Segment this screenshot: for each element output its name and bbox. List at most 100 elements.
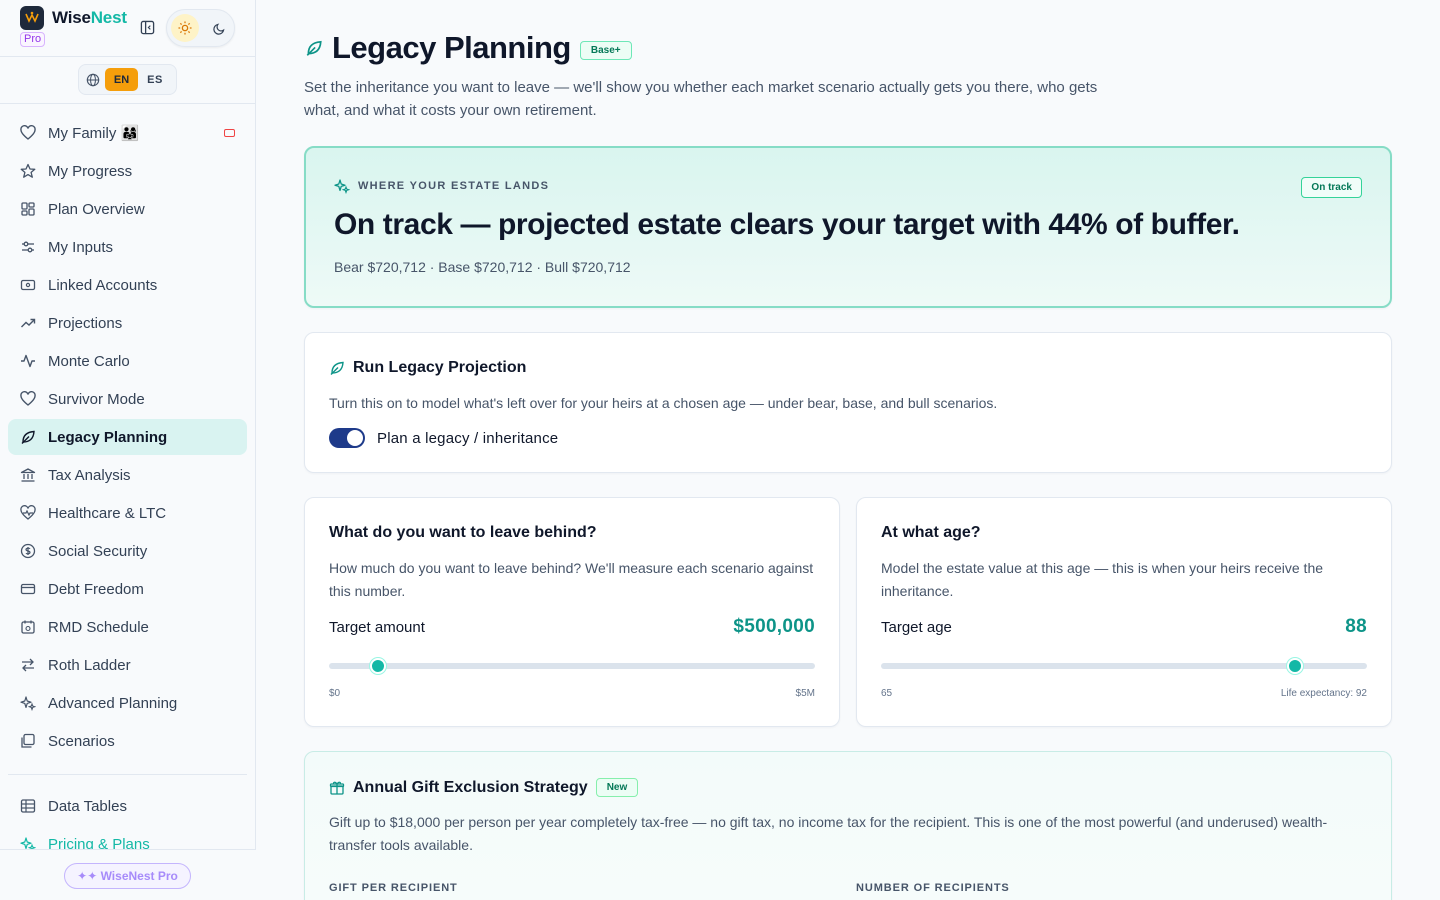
sidebar-item-my-family[interactable]: My Family 👨‍👩‍👧 — [8, 115, 247, 151]
card-description: Model the estate value at this age — thi… — [881, 560, 1324, 599]
sidebar-item-label: Linked Accounts — [48, 276, 158, 294]
toggle-label: Plan a legacy / inheritance — [377, 429, 559, 447]
globe-icon — [83, 70, 103, 90]
run-legacy-card: Run Legacy Projection Turn this on to mo… — [304, 332, 1392, 473]
card-title: What do you want to leave behind? — [329, 524, 597, 541]
layers-icon — [20, 733, 36, 749]
sidebar-item-social-security[interactable]: Social Security — [8, 533, 247, 569]
lang-en-button[interactable]: EN — [105, 68, 138, 91]
sidebar-item-label: Survivor Mode — [48, 390, 145, 408]
table-icon — [20, 798, 36, 814]
sliders-icon — [20, 239, 36, 255]
card-title: Annual Gift Exclusion Strategy — [353, 778, 588, 796]
star-icon — [20, 163, 36, 179]
sidebar-item-advanced-planning[interactable]: Advanced Planning — [8, 685, 247, 721]
divider — [0, 56, 256, 57]
estate-summary-card: WHERE YOUR ESTATE LANDS On track On trac… — [304, 146, 1392, 308]
slider-thumb[interactable] — [369, 658, 386, 674]
brand[interactable]: WiseNest Pro — [20, 6, 127, 47]
credit-card-icon — [20, 581, 36, 597]
number-of-recipients-label: NUMBER OF RECIPIENTS — [856, 882, 1010, 894]
alert-flag-icon — [224, 129, 235, 137]
sidebar-item-my-inputs[interactable]: My Inputs — [8, 229, 247, 265]
sidebar-item-healthcare-ltc[interactable]: Healthcare & LTC — [8, 495, 247, 531]
sidebar-item-debt-freedom[interactable]: Debt Freedom — [8, 571, 247, 607]
divider — [8, 774, 247, 775]
divider — [0, 103, 256, 104]
sidebar-item-label: My Inputs — [48, 238, 114, 256]
estate-eyebrow: WHERE YOUR ESTATE LANDS — [358, 180, 550, 192]
sidebar-item-label: Tax Analysis — [48, 466, 131, 484]
sidebar-nav: My Family 👨‍👩‍👧 My Progress Plan Overvie… — [8, 115, 247, 761]
target-age-slider[interactable] — [881, 658, 1367, 674]
heart-icon — [20, 125, 36, 141]
sidebar-collapse-icon[interactable] — [138, 18, 156, 36]
logo-icon — [20, 6, 44, 30]
target-amount-value: $500,000 — [733, 616, 815, 637]
slider-max-label: Life expectancy: 92 — [1280, 688, 1367, 699]
leaf-icon — [329, 360, 345, 376]
sidebar-item-label: Monte Carlo — [48, 352, 130, 370]
slider-thumb[interactable] — [1287, 658, 1303, 674]
sidebar-item-label: Debt Freedom — [48, 580, 144, 598]
sidebar-item-label: My Family 👨‍👩‍👧 — [48, 125, 140, 142]
leaf-icon — [20, 429, 36, 445]
legacy-toggle[interactable] — [329, 428, 365, 448]
card-description: Turn this on to model what's left over f… — [329, 395, 998, 411]
page-description: Set the inheritance you want to leave — … — [304, 79, 1098, 119]
sidebar-item-my-progress[interactable]: My Progress — [8, 153, 247, 189]
slider-min-label: $0 — [329, 688, 341, 699]
sidebar-item-survivor-mode[interactable]: Survivor Mode — [8, 381, 247, 417]
sidebar-item-legacy-planning[interactable]: Legacy Planning — [8, 419, 247, 455]
sidebar-item-roth-ladder[interactable]: Roth Ladder — [8, 647, 247, 683]
calendar-icon — [20, 619, 36, 635]
card-description: Gift up to $18,000 per person per year c… — [329, 814, 1328, 853]
moon-icon[interactable] — [205, 14, 233, 42]
heart-pulse-icon — [20, 505, 36, 521]
sidebar-item-scenarios[interactable]: Scenarios — [8, 723, 247, 759]
grid-icon — [20, 201, 36, 217]
toggle-knob — [347, 430, 363, 446]
sidebar-item-data-tables[interactable]: Data Tables — [8, 788, 247, 824]
sidebar-item-label: My Progress — [48, 162, 133, 180]
card-description: How much do you want to leave behind? We… — [329, 560, 814, 599]
heart-icon — [20, 391, 36, 407]
activity-icon — [20, 353, 36, 369]
lang-es-button[interactable]: ES — [138, 68, 172, 91]
slider-min-label: 65 — [881, 688, 893, 699]
bank-icon — [20, 467, 36, 483]
sidebar-item-label: Legacy Planning — [48, 428, 168, 446]
swap-icon — [20, 657, 36, 673]
sun-icon[interactable] — [171, 14, 199, 42]
wallet-icon — [20, 277, 36, 293]
theme-toggle[interactable] — [166, 9, 235, 47]
brand-name: WiseNest — [52, 8, 127, 27]
trending-up-icon — [20, 315, 36, 331]
sidebar-item-label: Scenarios — [48, 732, 115, 750]
sidebar-item-monte-carlo[interactable]: Monte Carlo — [8, 343, 247, 379]
sidebar-item-projections[interactable]: Projections — [8, 305, 247, 341]
card-title: At what age? — [881, 524, 981, 541]
sidebar-item-linked-accounts[interactable]: Linked Accounts — [8, 267, 247, 303]
sidebar-item-plan-overview[interactable]: Plan Overview — [8, 191, 247, 227]
sidebar-item-label: Healthcare & LTC — [48, 504, 167, 522]
sidebar-item-tax-analysis[interactable]: Tax Analysis — [8, 457, 247, 493]
sparkles-icon — [20, 695, 36, 711]
card-title: Run Legacy Projection — [353, 359, 527, 376]
pro-badge: Pro — [20, 32, 46, 47]
sidebar-item-label: Plan Overview — [48, 200, 145, 218]
sparkles-icon — [334, 178, 350, 194]
main-content: Legacy Planning Base+ Set the inheritanc… — [256, 0, 1440, 900]
target-amount-slider[interactable] — [329, 658, 815, 674]
gift-icon — [329, 780, 345, 796]
target-amount-card: What do you want to leave behind? How mu… — [304, 497, 840, 727]
gift-exclusion-card: Annual Gift Exclusion Strategy New Gift … — [304, 751, 1392, 900]
target-amount-label: Target amount — [329, 619, 425, 636]
sidebar-item-label: RMD Schedule — [48, 618, 149, 636]
dollar-circle-icon — [20, 543, 36, 559]
scenario-values: Bear $720,712 · Base $720,712 · Bull $72… — [334, 259, 631, 275]
estate-headline: On track — projected estate clears your … — [334, 208, 1240, 241]
upgrade-pro-button[interactable]: ✦✦ WiseNest Pro — [64, 863, 191, 889]
page-header: Legacy Planning Base+ — [304, 30, 632, 66]
sidebar-item-rmd-schedule[interactable]: RMD Schedule — [8, 609, 247, 645]
